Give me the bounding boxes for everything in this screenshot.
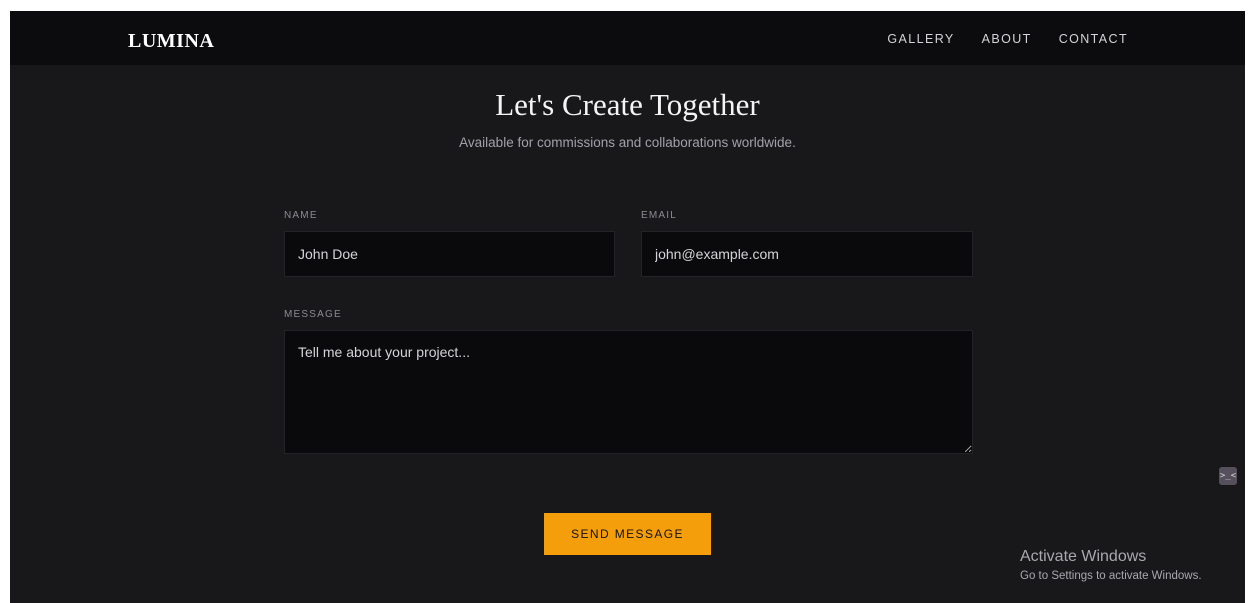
message-textarea[interactable] (284, 330, 973, 454)
activate-windows-subtitle: Go to Settings to activate Windows. (1020, 570, 1202, 582)
page-viewport: LUMINA GALLERY ABOUT CONTACT Let's Creat… (10, 11, 1245, 603)
send-message-button[interactable]: SEND MESSAGE (544, 513, 711, 555)
message-label: MESSAGE (284, 309, 342, 320)
logo[interactable]: LUMINA (128, 29, 214, 53)
navbar: LUMINA GALLERY ABOUT CONTACT (10, 11, 1245, 65)
activate-windows-watermark: Activate Windows Go to Settings to activ… (1020, 547, 1202, 584)
email-input[interactable] (641, 231, 973, 277)
terminal-icon[interactable]: >_< (1219, 467, 1237, 485)
name-label: NAME (284, 210, 318, 221)
activate-windows-title: Activate Windows (1020, 548, 1147, 565)
nav-link-contact[interactable]: CONTACT (1059, 32, 1128, 47)
page-title: Let's Create Together (495, 87, 760, 122)
nav-link-gallery[interactable]: GALLERY (887, 32, 954, 47)
nav-links: GALLERY ABOUT CONTACT (887, 32, 1128, 47)
nav-link-about[interactable]: ABOUT (982, 32, 1032, 47)
name-input[interactable] (284, 231, 615, 277)
page-subtitle: Available for commissions and collaborat… (459, 135, 796, 150)
email-label: EMAIL (641, 210, 678, 221)
